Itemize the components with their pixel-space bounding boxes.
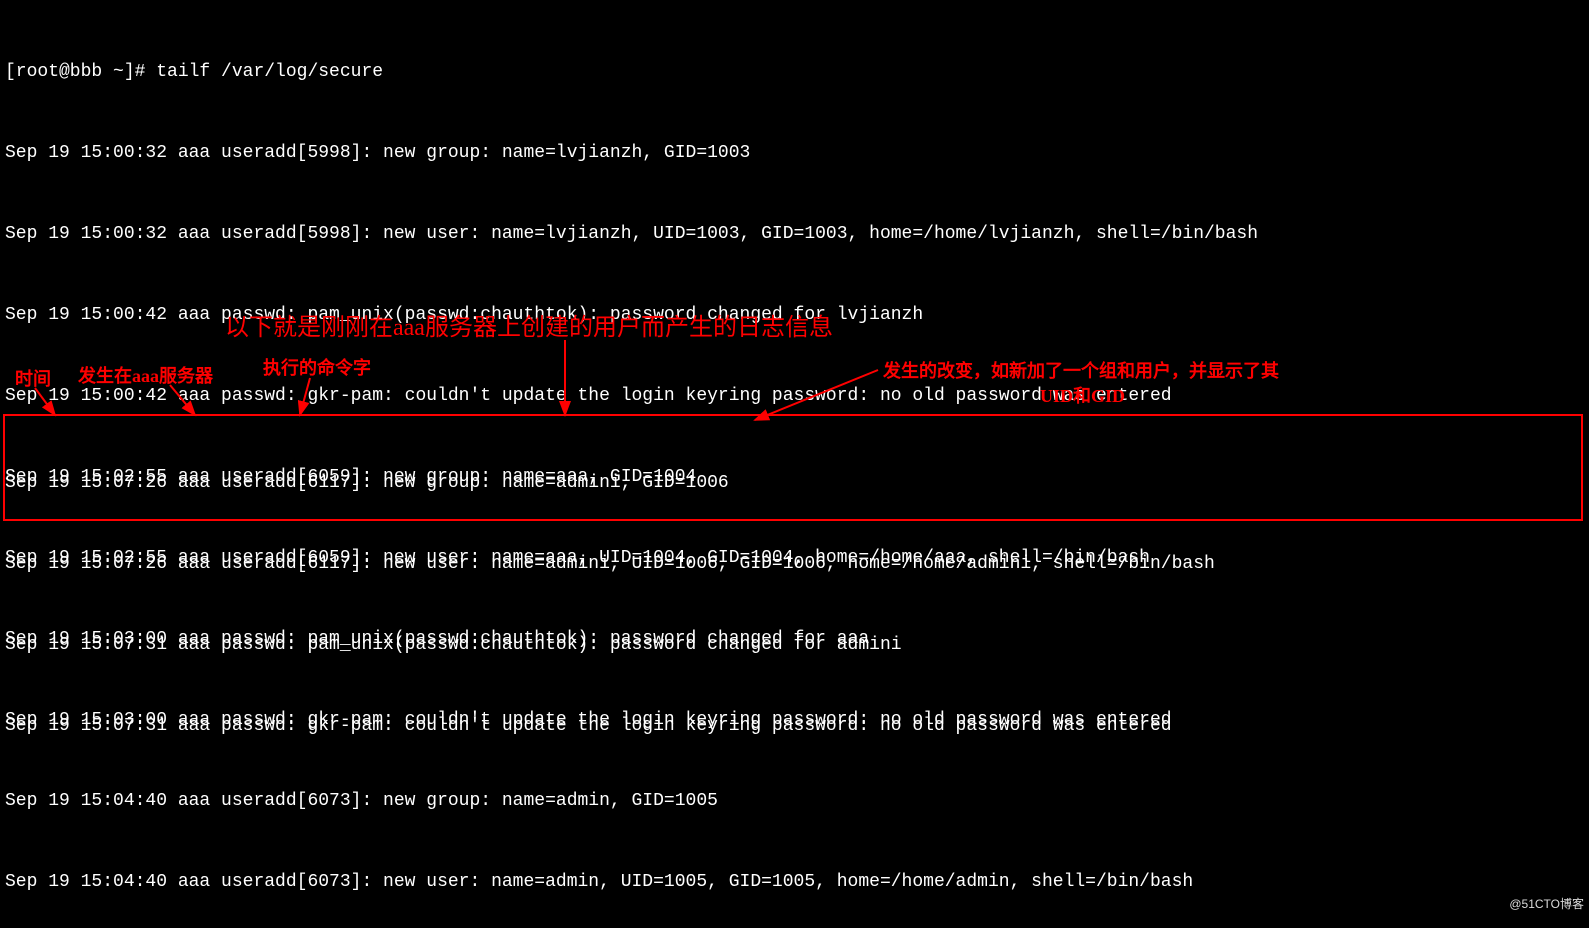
log-line: Sep 19 15:00:32 aaa useradd[5998]: new g… — [5, 140, 1584, 167]
annotation-change-label-line2: UID和GID — [1040, 383, 1125, 410]
watermark-text: @51CTO博客 — [1509, 895, 1584, 913]
annotation-command-label: 执行的命令字 — [263, 355, 371, 382]
log-line: Sep 19 15:07:26 aaa useradd[6117]: new g… — [5, 470, 1215, 497]
boxed-log-output: Sep 19 15:07:26 aaa useradd[6117]: new g… — [5, 416, 1215, 767]
log-line: Sep 19 15:07:31 aaa passwd: pam_unix(pas… — [5, 632, 1215, 659]
annotation-change-label-line1: 发生的改变，如新加了一个组和用户，并显示了其 — [883, 358, 1279, 385]
log-line: Sep 19 15:00:42 aaa passwd: gkr-pam: cou… — [5, 383, 1584, 410]
annotation-server-label: 发生在aaa服务器 — [78, 363, 213, 390]
annotation-main-title: 以下就是刚刚在aaa服务器上创建的用户而产生的日志信息 — [225, 310, 833, 346]
log-line: Sep 19 15:00:32 aaa useradd[5998]: new u… — [5, 221, 1584, 248]
annotation-time-label: 时间 — [15, 366, 51, 393]
log-line: Sep 19 15:04:40 aaa useradd[6073]: new u… — [5, 869, 1584, 896]
log-line: Sep 19 15:04:40 aaa useradd[6073]: new g… — [5, 788, 1584, 815]
command-prompt: [root@bbb ~]# tailf /var/log/secure — [5, 59, 1584, 86]
log-line: Sep 19 15:07:26 aaa useradd[6117]: new u… — [5, 551, 1215, 578]
log-line: Sep 19 15:07:31 aaa passwd: gkr-pam: cou… — [5, 713, 1215, 740]
